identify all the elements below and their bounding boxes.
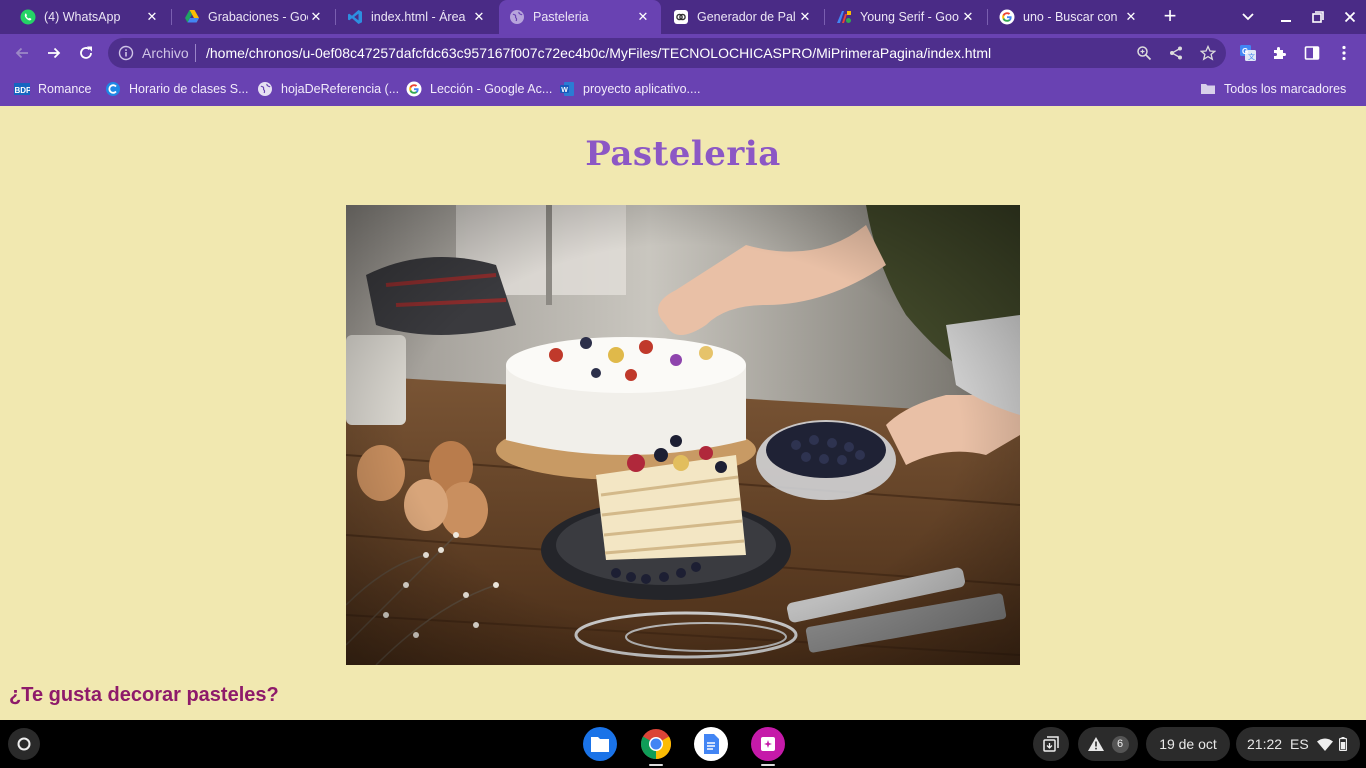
screencast-icon[interactable] xyxy=(751,727,785,761)
classroom-icon xyxy=(105,81,121,97)
tab-title: Young Serif - Goo xyxy=(860,10,959,24)
side-panel-icon[interactable] xyxy=(1302,43,1322,63)
url-text[interactable]: /home/chronos/u-0ef08c47257dafcfdc63c957… xyxy=(206,45,991,61)
google-fonts-icon xyxy=(836,9,852,25)
date-tray[interactable]: 19 de oct xyxy=(1146,727,1230,761)
running-indicator xyxy=(761,764,775,766)
holding-space-button[interactable] xyxy=(1033,727,1069,761)
chrome-icon[interactable] xyxy=(639,727,673,761)
info-icon[interactable] xyxy=(118,45,134,61)
date-text: 19 de oct xyxy=(1159,736,1217,752)
bookmark-label: Lección - Google Ac... xyxy=(430,82,553,96)
google-icon xyxy=(406,81,422,97)
whatsapp-icon xyxy=(20,9,36,25)
google-icon xyxy=(999,9,1015,25)
status-area[interactable]: 21:22 ES xyxy=(1236,727,1360,761)
files-icon[interactable] xyxy=(583,727,617,761)
tab-separator xyxy=(171,9,172,25)
bookmarks-bar: BDP Romance Horario de clases S... hojaD… xyxy=(0,72,1366,106)
new-tab-button[interactable]: + xyxy=(1158,5,1182,29)
tab-strip: (4) WhatsApp ✕ Grabaciones - Goo ✕ index… xyxy=(0,0,1366,34)
tab-title: index.html - Área xyxy=(371,10,466,24)
omnibox-divider xyxy=(195,44,196,62)
page-title: Pasteleria xyxy=(585,134,781,174)
extensions-puzzle-icon[interactable] xyxy=(1270,43,1290,63)
wifi-icon xyxy=(1316,738,1333,751)
close-tab-icon[interactable]: ✕ xyxy=(635,9,651,25)
close-window-icon[interactable] xyxy=(1339,6,1361,28)
zoom-icon[interactable] xyxy=(1135,44,1153,62)
address-bar[interactable]: Archivo /home/chronos/u-0ef08c47257dafcf… xyxy=(108,38,1226,68)
tab-separator xyxy=(824,9,825,25)
bookmark-label: proyecto aplicativo.... xyxy=(583,82,701,96)
page-content: Pasteleria ¿Te gusta decorar pasteles? xyxy=(0,106,1366,720)
browser-toolbar: Archivo /home/chronos/u-0ef08c47257dafcf… xyxy=(0,34,1366,72)
word-icon: W xyxy=(559,81,575,97)
translate-icon[interactable]: G文 xyxy=(1238,43,1258,63)
running-indicator xyxy=(649,764,663,766)
docs-icon[interactable] xyxy=(694,727,728,761)
bookmark-label: Romance xyxy=(38,82,92,96)
scheme-label: Archivo xyxy=(142,45,189,61)
time-text: 21:22 xyxy=(1247,736,1283,752)
globe-icon xyxy=(509,9,525,25)
tab-title: uno - Buscar con xyxy=(1023,10,1118,24)
bookmark-proyecto[interactable]: W proyecto aplicativo.... xyxy=(559,80,700,98)
close-tab-icon[interactable]: ✕ xyxy=(308,9,324,25)
bookmark-romance[interactable]: BDP Romance xyxy=(14,80,92,98)
menu-kebab-icon[interactable] xyxy=(1334,43,1354,63)
tab-title: Pasteleria xyxy=(533,10,589,24)
close-tab-icon[interactable]: ✕ xyxy=(797,9,813,25)
tab-separator xyxy=(335,9,336,25)
forward-arrow-icon[interactable] xyxy=(42,41,66,65)
all-bookmarks-folder[interactable]: Todos los marcadores xyxy=(1200,80,1346,98)
hero-image xyxy=(346,205,1020,665)
google-drive-icon xyxy=(184,9,200,25)
tab-uno-buscar[interactable]: uno - Buscar con ✕ xyxy=(989,0,1149,34)
folder-icon xyxy=(1200,81,1216,97)
bookmark-horario[interactable]: Horario de clases S... xyxy=(105,80,249,98)
tab-whatsapp[interactable]: (4) WhatsApp ✕ xyxy=(10,0,170,34)
bookmark-label: hojaDeReferencia (... xyxy=(281,82,400,96)
bookmark-leccion[interactable]: Lección - Google Ac... xyxy=(406,80,552,98)
tab-grabaciones[interactable]: Grabaciones - Goo ✕ xyxy=(174,0,334,34)
tab-index-html[interactable]: index.html - Área ✕ xyxy=(337,0,497,34)
generator-icon xyxy=(673,9,689,25)
launcher-button[interactable] xyxy=(8,728,40,760)
section-heading: ¿Te gusta decorar pasteles? xyxy=(9,684,279,706)
bookmark-hojadereferencia[interactable]: hojaDeReferencia (... xyxy=(257,80,399,98)
close-tab-icon[interactable]: ✕ xyxy=(144,9,160,25)
bdp-icon: BDP xyxy=(14,81,30,97)
ime-text: ES xyxy=(1290,736,1309,752)
globe-icon xyxy=(257,81,273,97)
svg-text:W: W xyxy=(561,87,568,94)
tab-separator xyxy=(987,9,988,25)
minimize-icon[interactable] xyxy=(1275,6,1297,28)
close-tab-icon[interactable]: ✕ xyxy=(471,9,487,25)
svg-text:文: 文 xyxy=(1248,52,1255,61)
bookmarks-folder-label: Todos los marcadores xyxy=(1224,82,1347,96)
back-arrow-icon[interactable] xyxy=(10,41,34,65)
close-tab-icon[interactable]: ✕ xyxy=(960,9,976,25)
tab-title: Generador de Pal xyxy=(697,10,796,24)
warning-icon xyxy=(1087,737,1104,751)
tab-title: Grabaciones - Goo xyxy=(208,10,308,24)
bookmark-star-icon[interactable] xyxy=(1199,44,1217,62)
restore-icon[interactable] xyxy=(1307,6,1329,28)
system-shelf: 6 19 de oct 21:22 ES xyxy=(0,720,1366,768)
bookmark-label: Horario de clases S... xyxy=(129,82,249,96)
svg-text:BDP: BDP xyxy=(15,86,31,95)
reload-icon[interactable] xyxy=(74,41,98,65)
tab-pasteleria[interactable]: Pasteleria ✕ xyxy=(499,0,661,34)
tab-young-serif[interactable]: Young Serif - Goo ✕ xyxy=(826,0,986,34)
tab-search-icon[interactable] xyxy=(1237,6,1259,28)
tab-title: (4) WhatsApp xyxy=(44,10,121,24)
close-tab-icon[interactable]: ✕ xyxy=(1123,9,1139,25)
notification-tray[interactable]: 6 xyxy=(1078,727,1138,761)
tab-generador[interactable]: Generador de Pal ✕ xyxy=(663,0,823,34)
vscode-icon xyxy=(347,9,363,25)
battery-icon xyxy=(1338,737,1347,751)
share-icon[interactable] xyxy=(1167,44,1185,62)
notification-count-badge: 6 xyxy=(1111,735,1129,753)
